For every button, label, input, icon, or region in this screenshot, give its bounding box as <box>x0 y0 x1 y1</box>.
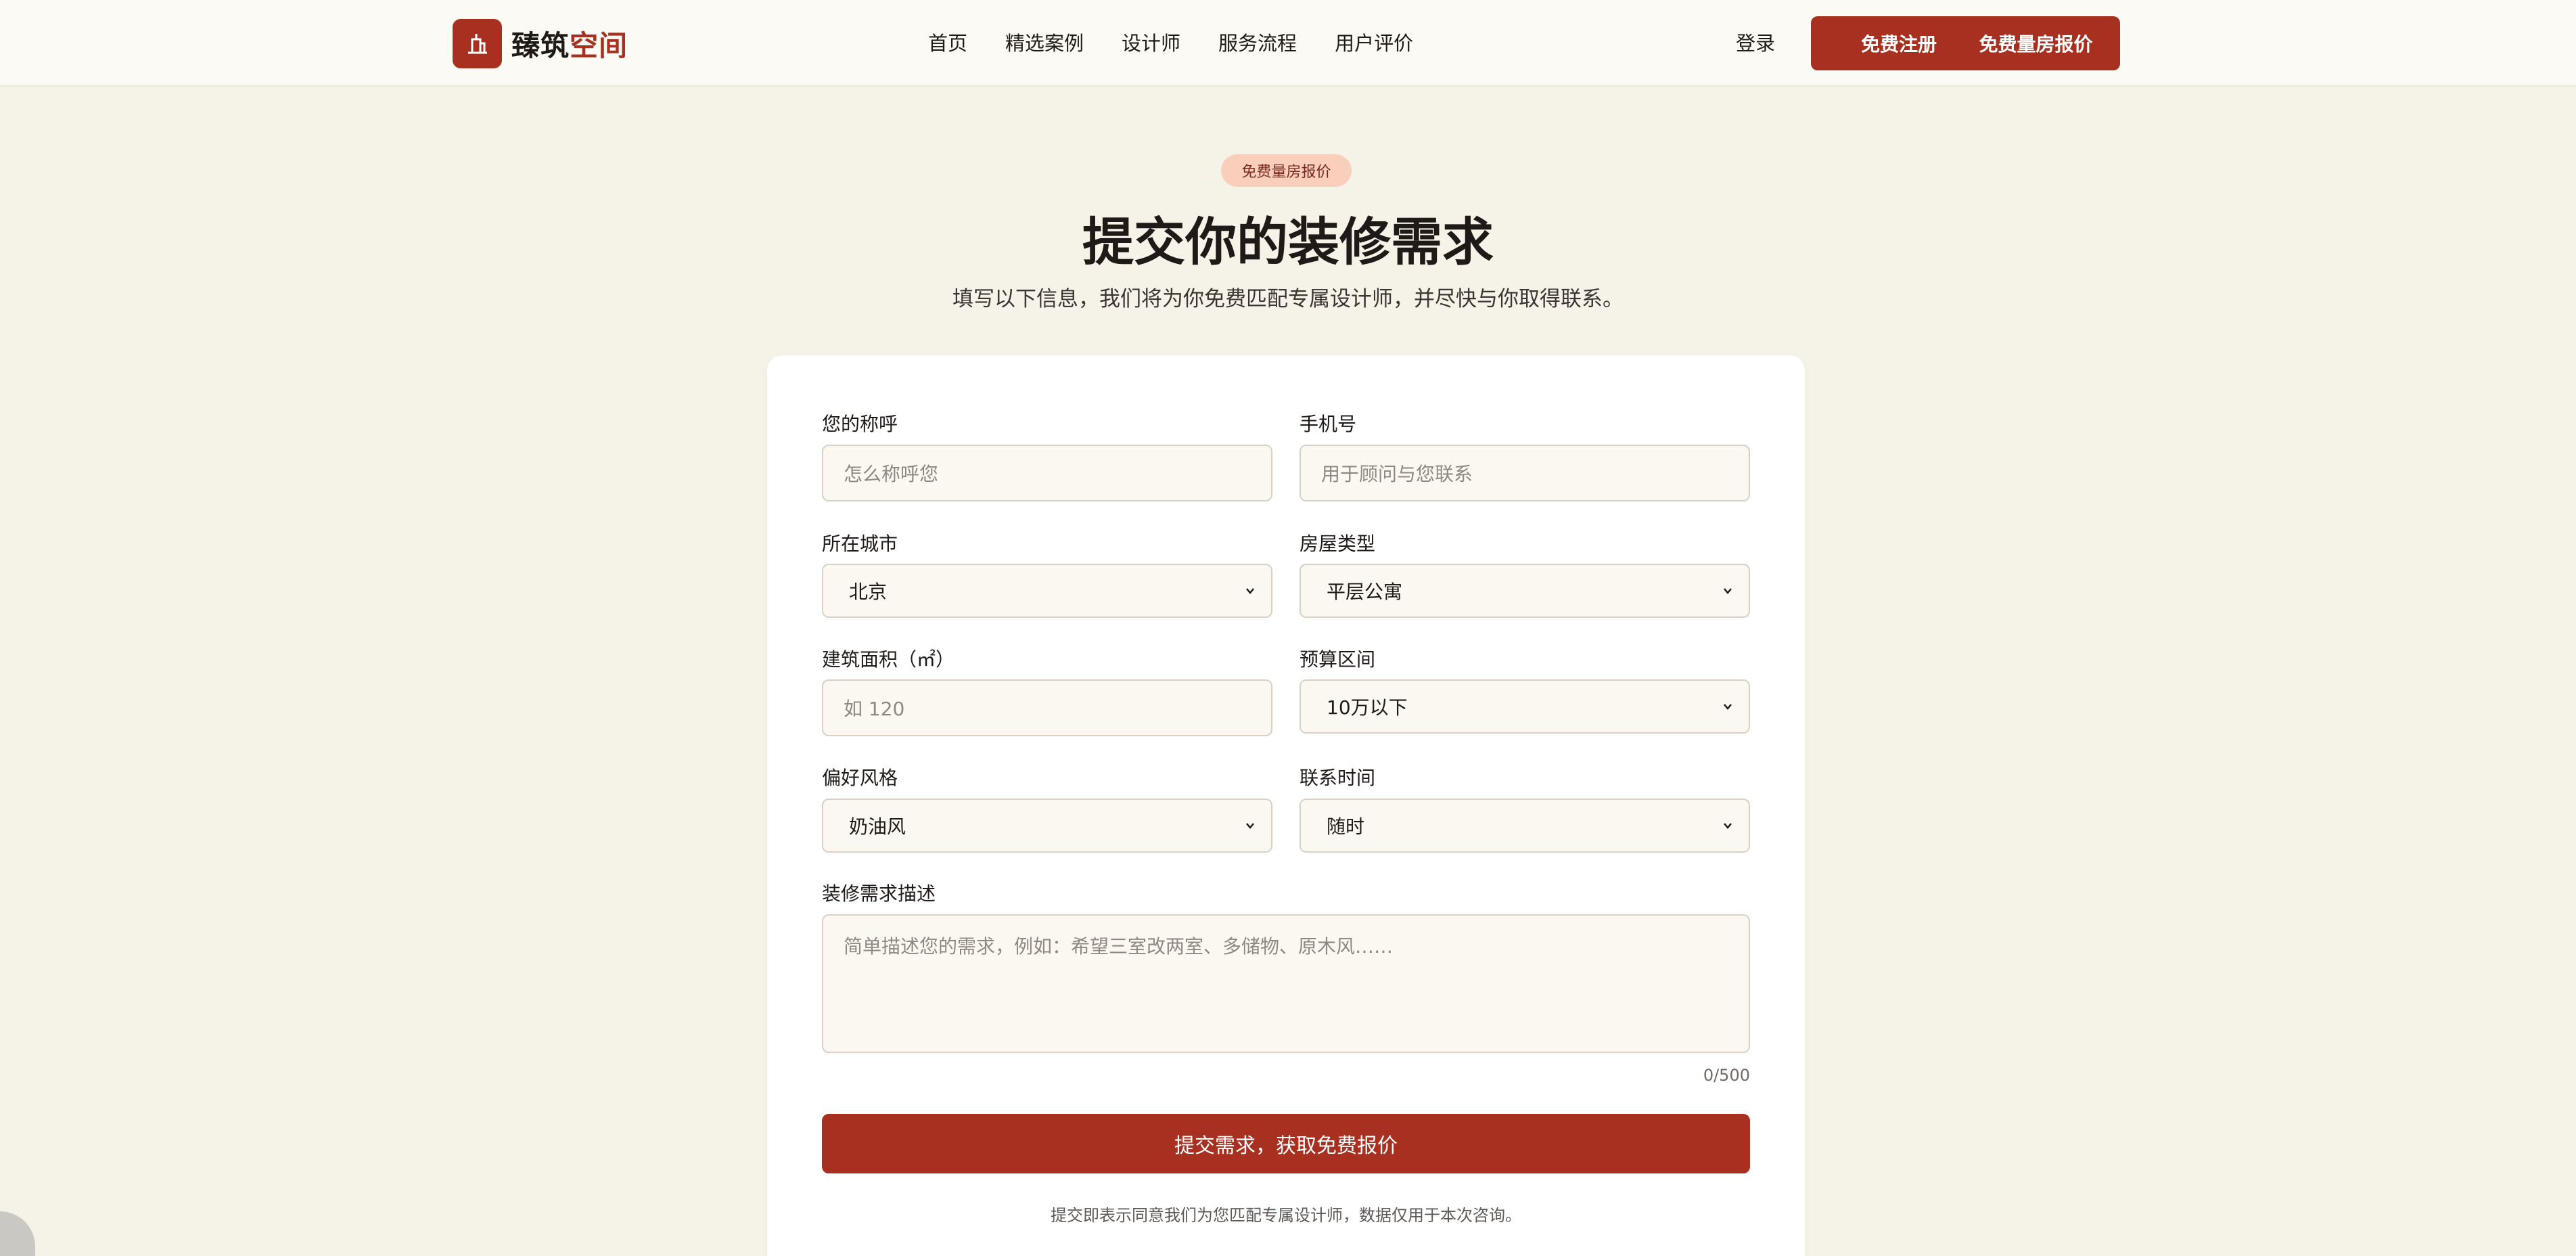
nav-home[interactable]: 首页 <box>928 27 967 60</box>
name-placeholder: 怎么称呼您 <box>844 463 939 485</box>
chevron-down-icon <box>1724 704 1732 710</box>
area-placeholder: 如 120 <box>844 698 905 720</box>
brand[interactable]: 臻筑空间 <box>453 18 628 68</box>
nav-reviews[interactable]: 用户评价 <box>1335 27 1413 60</box>
window-corner <box>0 1211 35 1256</box>
description-label: 装修需求描述 <box>822 882 936 905</box>
contact-time-label: 联系时间 <box>1300 767 1376 789</box>
building-icon <box>453 18 502 68</box>
phone-label: 手机号 <box>1300 413 1357 435</box>
city-value: 北京 <box>849 581 888 603</box>
chevron-down-icon <box>1246 588 1254 594</box>
chevron-down-icon <box>1724 823 1732 829</box>
site-header: 臻筑空间 首页 精选案例 设计师 服务流程 用户评价 登录 免费注册 免费量房报… <box>0 0 2576 87</box>
style-select[interactable]: 奶油风 <box>822 799 1272 853</box>
login-link[interactable]: 登录 <box>1736 27 1775 60</box>
page-subtitle: 填写以下信息，我们将为你免费匹配专属设计师，并尽快与你取得联系。 <box>952 287 1624 311</box>
main-nav: 首页 精选案例 设计师 服务流程 用户评价 <box>928 27 1413 60</box>
submit-button[interactable]: 提交需求，获取免费报价 <box>822 1114 1750 1173</box>
name-input[interactable]: 怎么称呼您 <box>822 445 1272 501</box>
char-counter: 0/500 <box>1703 1066 1750 1085</box>
contact-time-value: 随时 <box>1327 815 1365 838</box>
style-label: 偏好风格 <box>822 767 898 789</box>
page-title: 提交你的装修需求 <box>1082 212 1494 272</box>
budget-label: 预算区间 <box>1300 648 1376 671</box>
name-label: 您的称呼 <box>822 413 898 435</box>
disclaimer-text: 提交即表示同意我们为您匹配专属设计师，数据仅用于本次咨询。 <box>1051 1206 1521 1225</box>
description-textarea[interactable]: 简单描述您的需求，例如：希望三室改两室、多储物、原木风…… <box>822 914 1750 1053</box>
brand-name-part1: 臻筑 <box>511 28 570 62</box>
chevron-down-icon <box>1246 823 1254 829</box>
hero-badge: 免费量房报价 <box>1221 154 1352 187</box>
description-placeholder: 简单描述您的需求，例如：希望三室改两室、多储物、原木风…… <box>844 935 1394 958</box>
house-type-value: 平层公寓 <box>1327 581 1403 603</box>
area-input[interactable]: 如 120 <box>822 679 1272 736</box>
phone-placeholder: 用于顾问与您联系 <box>1321 463 1473 485</box>
city-select[interactable]: 北京 <box>822 564 1272 618</box>
brand-name-part2: 空间 <box>570 28 628 62</box>
house-type-label: 房屋类型 <box>1300 533 1376 555</box>
city-label: 所在城市 <box>822 533 898 555</box>
nav-designers[interactable]: 设计师 <box>1122 27 1180 60</box>
contact-time-select[interactable]: 随时 <box>1300 799 1750 853</box>
style-value: 奶油风 <box>849 815 906 838</box>
budget-value: 10万以下 <box>1327 696 1408 719</box>
house-type-select[interactable]: 平层公寓 <box>1300 564 1750 618</box>
chevron-down-icon <box>1724 588 1732 594</box>
area-label: 建筑面积（㎡） <box>822 648 955 671</box>
budget-select[interactable]: 10万以下 <box>1300 679 1750 734</box>
nav-cases[interactable]: 精选案例 <box>1005 27 1084 60</box>
nav-process[interactable]: 服务流程 <box>1218 27 1297 60</box>
quote-button[interactable]: 免费量房报价 <box>1952 16 2120 70</box>
phone-input[interactable]: 用于顾问与您联系 <box>1300 445 1750 501</box>
brand-name: 臻筑空间 <box>511 23 628 64</box>
